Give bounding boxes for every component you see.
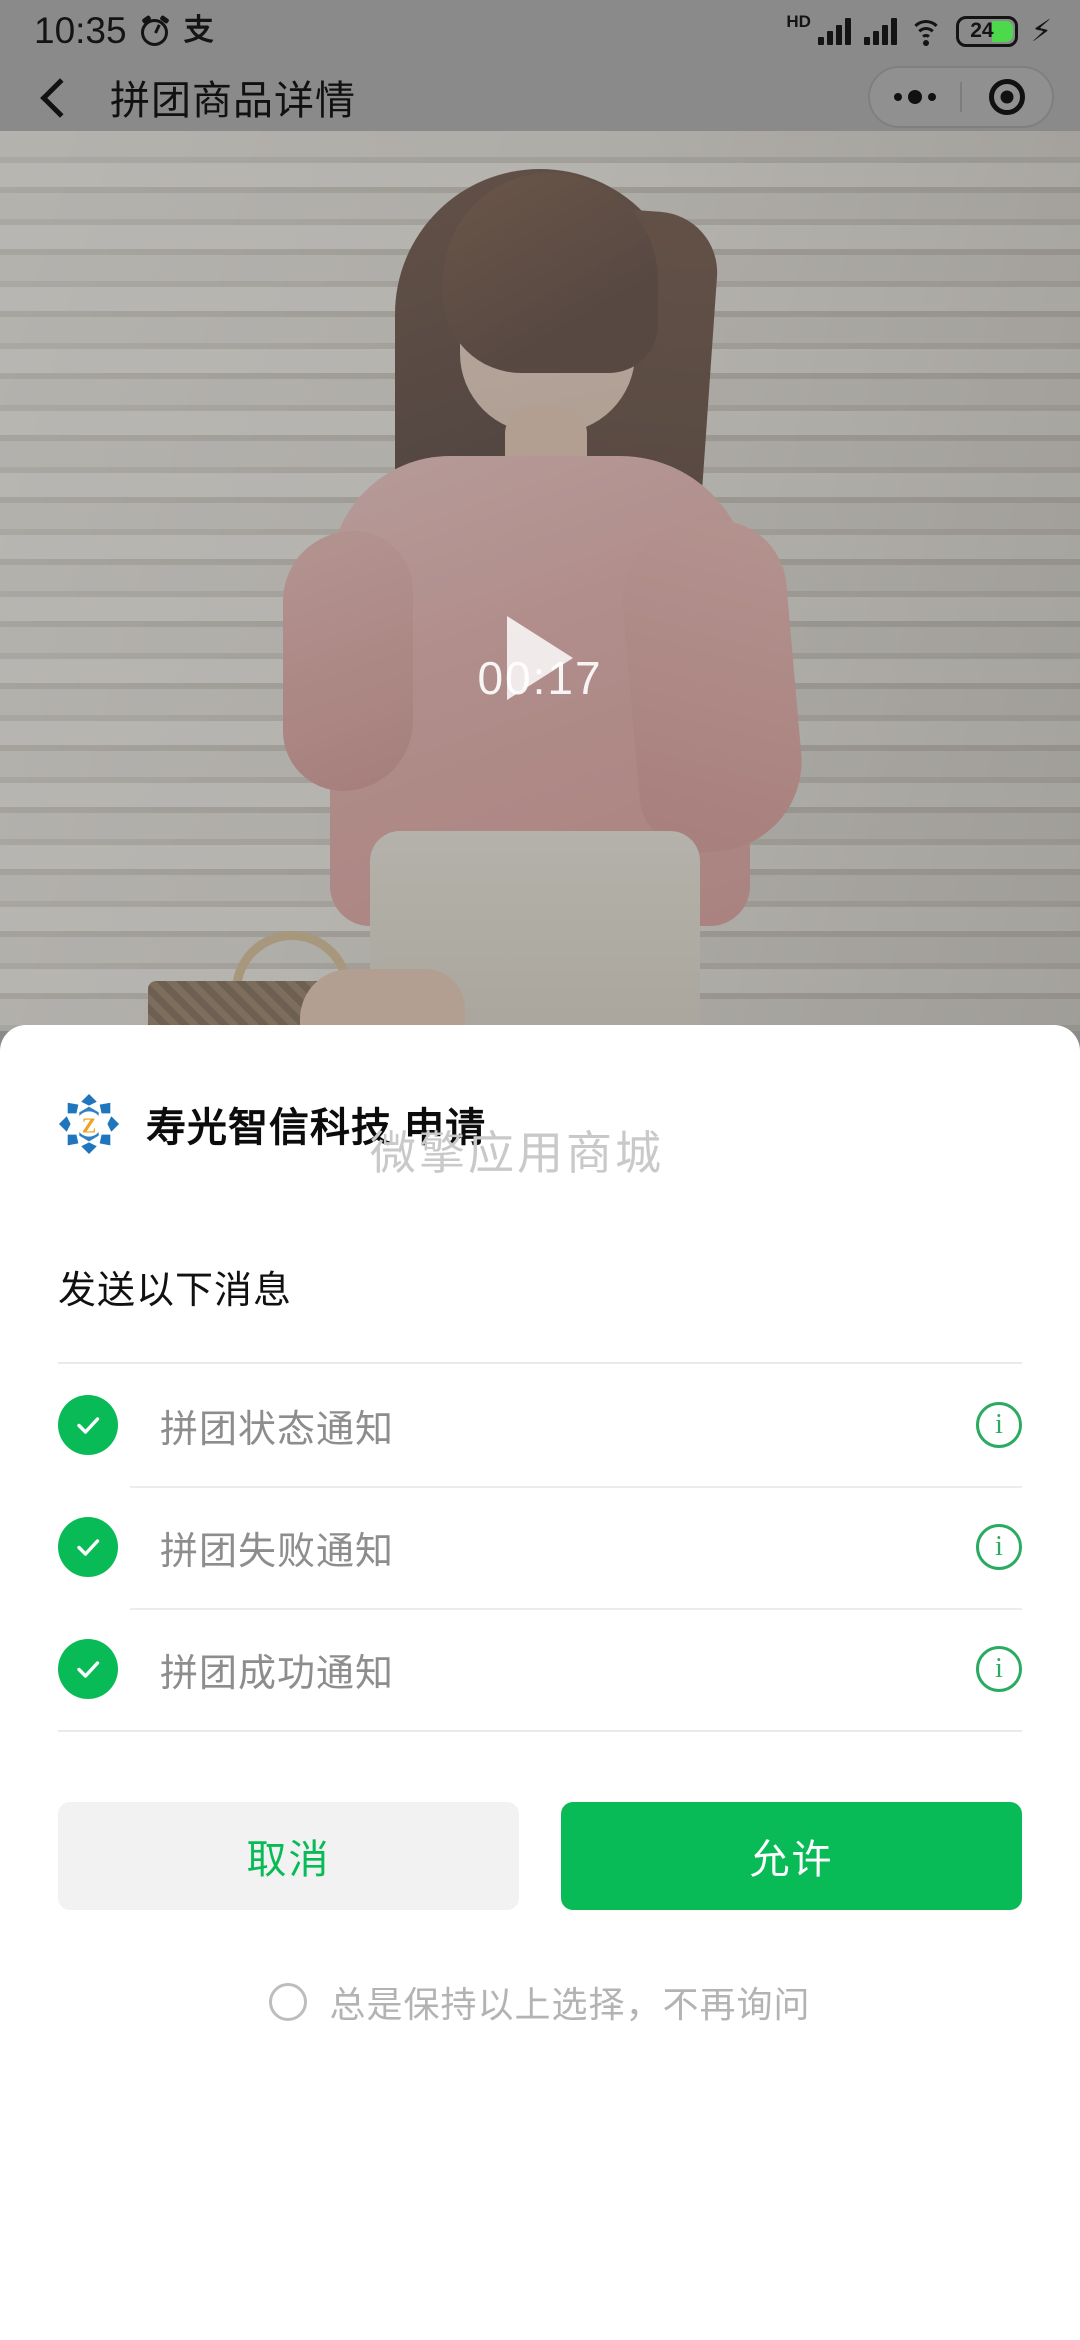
info-icon[interactable]: i <box>976 1646 1022 1692</box>
app-logo-icon: Z <box>58 1093 120 1155</box>
signal-bars-sim2-icon <box>863 17 897 45</box>
dialog-header: Z 寿光智信科技 申请 微擎应用商城 <box>58 1025 1022 1179</box>
target-close-icon <box>989 78 1025 115</box>
list-item[interactable]: 拼团状态通知 i <box>58 1364 1022 1486</box>
cancel-button[interactable]: 取消 <box>58 1802 519 1910</box>
permission-label: 拼团失败通知 <box>160 1530 395 1573</box>
overlay-dim <box>0 131 1080 1031</box>
status-time: 10:35 <box>34 10 127 51</box>
app-name-label: 寿光智信科技 申请 <box>146 1106 487 1150</box>
radio-unchecked-icon[interactable] <box>269 1983 308 2021</box>
alipay-icon: 支 <box>183 14 214 47</box>
subscribe-message-dialog: Z 寿光智信科技 申请 微擎应用商城 发送以下消息 拼团状态通知 i 拼团失败通… <box>0 1025 1080 2340</box>
info-icon[interactable]: i <box>976 1524 1022 1570</box>
list-item[interactable]: 拼团失败通知 i <box>58 1486 1022 1608</box>
charging-bolt-icon: ⚡ <box>1030 14 1052 48</box>
section-title: 发送以下消息 <box>58 1270 293 1312</box>
wifi-icon <box>909 18 943 46</box>
allow-button[interactable]: 允许 <box>561 1802 1022 1910</box>
signal-bars-sim1-icon <box>817 17 851 45</box>
always-remember-row[interactable]: 总是保持以上选择，不再询问 <box>58 1976 1022 2028</box>
close-button[interactable] <box>962 68 1052 126</box>
check-circle-icon[interactable] <box>58 1517 118 1577</box>
permission-label: 拼团状态通知 <box>160 1408 395 1451</box>
back-chevron-icon[interactable] <box>30 74 76 120</box>
more-dots-icon <box>894 89 936 104</box>
check-circle-icon[interactable] <box>58 1395 118 1455</box>
check-circle-icon[interactable] <box>58 1639 118 1699</box>
hd-label: HD <box>786 12 811 31</box>
permission-label: 拼团成功通知 <box>160 1652 395 1695</box>
dialog-actions: 取消 允许 <box>58 1802 1022 1910</box>
list-item[interactable]: 拼团成功通知 i <box>58 1608 1022 1730</box>
battery-percent: 24 <box>970 19 994 42</box>
video-duration: 00:17 <box>477 652 603 704</box>
status-bar: 10:35 支 HD 24 ⚡ <box>0 0 1080 62</box>
more-menu-button[interactable] <box>870 68 960 126</box>
svg-text:Z: Z <box>82 1114 96 1138</box>
page-title: 拼团商品详情 <box>110 78 356 123</box>
nav-bar: 拼团商品详情 <box>0 62 1080 131</box>
alarm-clock-icon <box>140 14 170 46</box>
product-video-poster[interactable]: 00:17 <box>0 131 1080 1031</box>
permission-list: 拼团状态通知 i 拼团失败通知 i 拼团成功通知 i <box>58 1364 1022 1730</box>
info-icon[interactable]: i <box>976 1402 1022 1448</box>
miniprogram-capsule <box>868 65 1054 128</box>
always-remember-label: 总是保持以上选择，不再询问 <box>329 1984 811 2025</box>
battery-icon: 24 <box>955 15 1018 47</box>
divider-bottom <box>58 1730 1022 1732</box>
